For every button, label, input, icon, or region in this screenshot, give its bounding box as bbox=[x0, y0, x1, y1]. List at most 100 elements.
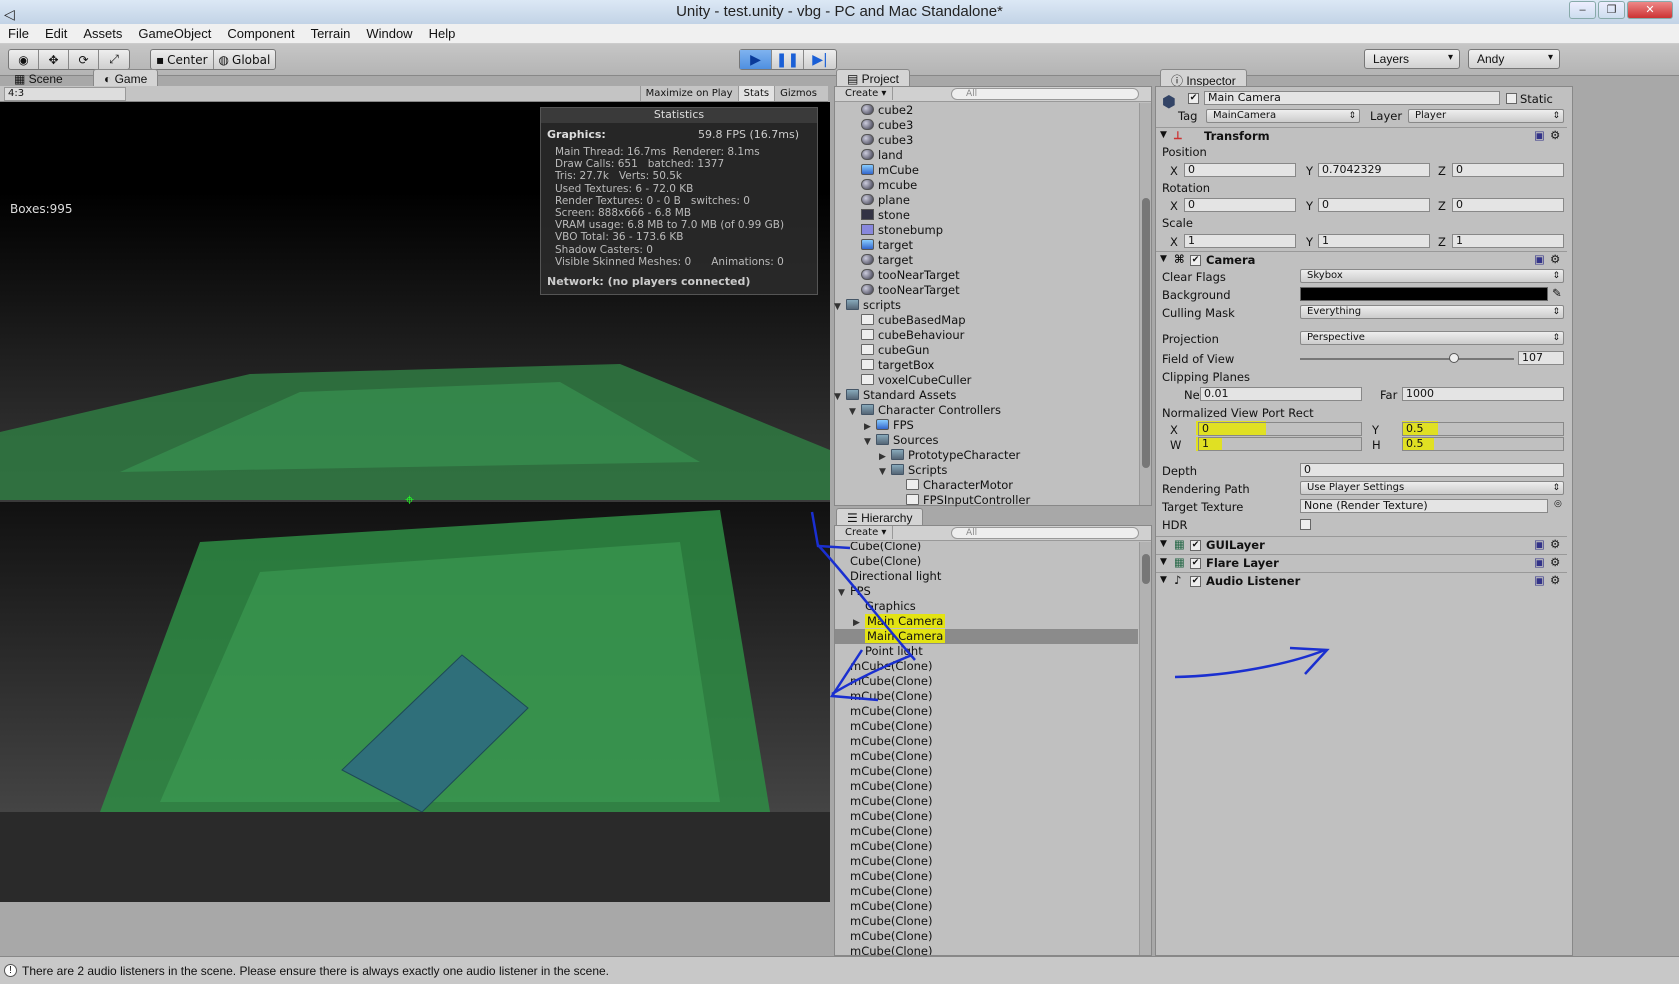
scl-z-field[interactable]: 1 bbox=[1452, 234, 1564, 248]
settings-gear-icon[interactable]: ⚙ bbox=[1550, 128, 1560, 142]
rotate-tool-icon[interactable]: ⟳ bbox=[69, 50, 99, 69]
rot-y-field[interactable]: 0 bbox=[1318, 198, 1430, 212]
help-icon[interactable]: ▣ bbox=[1534, 537, 1545, 551]
project-row[interactable]: cubeBasedMap bbox=[849, 313, 966, 328]
game-view[interactable]: Boxes:995 ⌖ Statistics Graphics: 59.8 FP… bbox=[0, 102, 830, 902]
viewport-x-field[interactable]: 0 bbox=[1198, 422, 1362, 436]
play-button[interactable]: ▶ bbox=[740, 50, 772, 69]
hierarchy-row[interactable]: mCube(Clone) bbox=[838, 824, 933, 839]
menu-item-gameobject[interactable]: GameObject bbox=[130, 24, 219, 43]
settings-gear-icon[interactable]: ⚙ bbox=[1550, 252, 1560, 266]
expanded-arrow-icon[interactable]: ▼ bbox=[834, 300, 846, 315]
hierarchy-row[interactable]: Main Camera bbox=[853, 629, 946, 644]
stats-button[interactable]: Stats bbox=[737, 86, 775, 101]
scl-x-field[interactable]: 1 bbox=[1184, 234, 1296, 248]
help-icon[interactable]: ▣ bbox=[1534, 573, 1545, 587]
background-color-swatch[interactable] bbox=[1300, 287, 1548, 301]
pivot-center-button[interactable]: ▪ Center bbox=[151, 50, 214, 69]
hierarchy-row[interactable]: Graphics bbox=[853, 599, 916, 614]
hierarchy-row[interactable]: Cube(Clone) bbox=[838, 542, 921, 554]
transform-header[interactable]: ▼ ⟂ Transform ▣ ⚙ bbox=[1156, 127, 1567, 144]
project-search-input[interactable]: All bbox=[951, 88, 1139, 100]
hand-tool-icon[interactable]: ◉ bbox=[9, 50, 39, 69]
project-row[interactable]: target bbox=[849, 253, 913, 268]
hierarchy-create-button[interactable]: Create ▾ bbox=[839, 526, 894, 539]
hierarchy-row[interactable]: mCube(Clone) bbox=[838, 749, 933, 764]
target-texture-field[interactable]: None (Render Texture) bbox=[1300, 499, 1548, 513]
project-row[interactable]: mcube bbox=[849, 178, 917, 193]
project-row[interactable]: tooNearTarget bbox=[849, 268, 960, 283]
menu-item-help[interactable]: Help bbox=[421, 24, 464, 43]
hierarchy-row[interactable]: mCube(Clone) bbox=[838, 734, 933, 749]
project-row[interactable]: ▼ scripts bbox=[834, 298, 901, 313]
help-icon[interactable]: ▣ bbox=[1534, 555, 1545, 569]
layers-dropdown[interactable]: Layers bbox=[1364, 49, 1460, 69]
culling-mask-dropdown[interactable]: Everything bbox=[1300, 305, 1564, 319]
project-row[interactable]: stonebump bbox=[849, 223, 943, 238]
flare-layer-checkbox[interactable]: ✔ bbox=[1190, 558, 1201, 569]
expanded-arrow-icon[interactable]: ▼ bbox=[838, 586, 850, 601]
hierarchy-row[interactable]: Directional light bbox=[838, 569, 941, 584]
pivot-global-button[interactable]: ◍ Global bbox=[214, 50, 276, 69]
project-scroll-thumb[interactable] bbox=[1142, 198, 1150, 468]
project-create-button[interactable]: Create ▾ bbox=[839, 87, 894, 100]
move-tool-icon[interactable]: ✥ bbox=[39, 50, 69, 69]
fov-field[interactable]: 107 bbox=[1518, 351, 1564, 365]
hierarchy-row[interactable]: ▼ FPS bbox=[838, 584, 871, 599]
hierarchy-row[interactable]: mCube(Clone) bbox=[838, 659, 933, 674]
expanded-arrow-icon[interactable]: ▼ bbox=[879, 465, 891, 480]
minimize-icon[interactable]: – bbox=[1569, 1, 1596, 19]
audio-listener-header[interactable]: ▼ ♪ ✔ Audio Listener ▣ ⚙ bbox=[1156, 572, 1567, 589]
project-row[interactable]: FPSInputController bbox=[894, 493, 1030, 508]
hierarchy-row[interactable]: mCube(Clone) bbox=[838, 689, 933, 704]
hierarchy-row[interactable]: mCube(Clone) bbox=[838, 929, 933, 944]
menu-item-component[interactable]: Component bbox=[219, 24, 302, 43]
audio-listener-checkbox[interactable]: ✔ bbox=[1190, 576, 1201, 587]
project-row[interactable]: ▼ Character Controllers bbox=[849, 403, 1001, 418]
project-row[interactable]: ▶ FPS bbox=[864, 418, 914, 433]
viewport-y-field[interactable]: 0.5 bbox=[1402, 422, 1564, 436]
project-row[interactable]: cube3 bbox=[849, 118, 913, 133]
settings-gear-icon[interactable]: ⚙ bbox=[1550, 573, 1560, 587]
project-row[interactable]: cubeGun bbox=[849, 343, 929, 358]
project-row[interactable]: ▶ PrototypeCharacter bbox=[879, 448, 1020, 463]
eyedropper-icon[interactable]: ✎ bbox=[1552, 286, 1562, 300]
tab-hierarchy[interactable]: ☰ Hierarchy bbox=[836, 508, 924, 526]
near-field[interactable]: 0.01 bbox=[1200, 387, 1362, 401]
pos-x-field[interactable]: 0 bbox=[1184, 163, 1296, 177]
status-bar[interactable]: ! There are 2 audio listeners in the sce… bbox=[0, 956, 1679, 984]
active-checkbox[interactable]: ✔ bbox=[1188, 93, 1199, 104]
expanded-arrow-icon[interactable]: ▼ bbox=[849, 405, 861, 420]
hierarchy-row[interactable]: mCube(Clone) bbox=[838, 809, 933, 824]
hierarchy-row[interactable]: mCube(Clone) bbox=[838, 719, 933, 734]
hierarchy-row[interactable]: mCube(Clone) bbox=[838, 704, 933, 719]
fov-slider-track[interactable] bbox=[1300, 353, 1514, 363]
project-row[interactable]: plane bbox=[849, 193, 910, 208]
viewport-w-field[interactable]: 1 bbox=[1198, 437, 1362, 451]
aspect-dropdown[interactable]: 4:3 bbox=[4, 87, 126, 101]
project-row[interactable]: cube3 bbox=[849, 133, 913, 148]
menu-item-file[interactable]: File bbox=[0, 24, 37, 43]
pos-y-field[interactable]: 0.7042329 bbox=[1318, 163, 1430, 177]
fov-slider-knob[interactable] bbox=[1449, 353, 1460, 363]
project-scrollbar[interactable] bbox=[1139, 103, 1151, 505]
layout-dropdown[interactable]: Andy bbox=[1468, 49, 1560, 69]
expanded-arrow-icon[interactable]: ▼ bbox=[864, 435, 876, 450]
object-picker-icon[interactable]: ◎ bbox=[1554, 499, 1562, 509]
guilayer-checkbox[interactable]: ✔ bbox=[1190, 540, 1201, 551]
hierarchy-row[interactable]: mCube(Clone) bbox=[838, 899, 933, 914]
menu-item-terrain[interactable]: Terrain bbox=[303, 24, 359, 43]
project-row[interactable]: cubeBehaviour bbox=[849, 328, 964, 343]
menu-item-window[interactable]: Window bbox=[358, 24, 420, 43]
settings-gear-icon[interactable]: ⚙ bbox=[1550, 537, 1560, 551]
help-icon[interactable]: ▣ bbox=[1534, 128, 1545, 142]
pause-button[interactable]: ❚❚ bbox=[772, 50, 804, 69]
project-row[interactable]: cube2 bbox=[849, 103, 913, 118]
project-row[interactable]: targetBox bbox=[849, 358, 934, 373]
static-checkbox[interactable] bbox=[1506, 93, 1517, 104]
tab-project[interactable]: ▤ Project bbox=[836, 69, 911, 87]
hierarchy-row[interactable]: Point light bbox=[853, 644, 923, 659]
restore-icon[interactable]: ❐ bbox=[1598, 1, 1625, 19]
settings-gear-icon[interactable]: ⚙ bbox=[1550, 555, 1560, 569]
expanded-arrow-icon[interactable]: ▼ bbox=[834, 390, 846, 405]
